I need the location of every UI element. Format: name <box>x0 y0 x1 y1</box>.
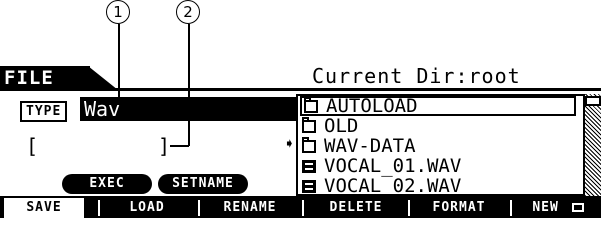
list-item[interactable]: AUTOLOAD <box>300 96 576 116</box>
callout-1-leader <box>118 24 120 98</box>
file-list[interactable]: AUTOLOAD OLD WAV-DATA VOCAL_01.WAV VOCAL… <box>296 94 601 196</box>
page-title: FILE <box>0 66 90 90</box>
file-list-scrollbar[interactable] <box>583 94 601 196</box>
tab-rename[interactable]: RENAME <box>200 198 300 218</box>
tab-new[interactable]: NEW <box>516 198 600 218</box>
list-item[interactable]: OLD <box>302 116 358 136</box>
type-label: TYPE <box>20 101 68 122</box>
name-field-close-bracket: ] <box>158 134 171 158</box>
callout-1: 1 <box>106 0 130 24</box>
tab-divider <box>408 200 410 216</box>
list-item[interactable]: VOCAL_01.WAV <box>302 156 461 176</box>
tab-divider <box>510 200 512 216</box>
arrow-right-icon: ➧ <box>284 134 295 155</box>
callout-2-leader-h <box>170 145 189 147</box>
header-divider <box>0 88 601 91</box>
callout-2: 2 <box>176 0 200 24</box>
name-field-open-bracket: [ <box>26 134 39 158</box>
list-item[interactable]: WAV-DATA <box>302 136 416 156</box>
folder-icon <box>302 136 316 153</box>
set-name-button[interactable]: SETNAME <box>158 174 248 194</box>
tab-delete[interactable]: DELETE <box>306 198 406 218</box>
folder-icon <box>302 116 316 133</box>
folder-icon <box>304 96 318 113</box>
exec-button[interactable]: EXEC <box>62 174 152 194</box>
list-item[interactable]: VOCAL_02.WAV <box>302 176 461 194</box>
type-select[interactable]: Wav <box>80 97 296 121</box>
current-directory: Current Dir:root <box>312 64 521 88</box>
tab-load[interactable]: LOAD <box>100 198 194 218</box>
tab-format[interactable]: FORMAT <box>412 198 506 218</box>
scrollbar-thumb[interactable] <box>585 96 601 106</box>
folder-icon <box>571 203 584 212</box>
callout-2-leader <box>188 24 190 146</box>
name-field[interactable] <box>42 136 158 156</box>
tab-save[interactable]: SAVE <box>4 198 84 218</box>
wav-file-icon <box>302 159 316 173</box>
title-tab-corner <box>88 66 118 90</box>
tab-divider <box>302 200 304 216</box>
wav-file-icon <box>302 179 316 193</box>
